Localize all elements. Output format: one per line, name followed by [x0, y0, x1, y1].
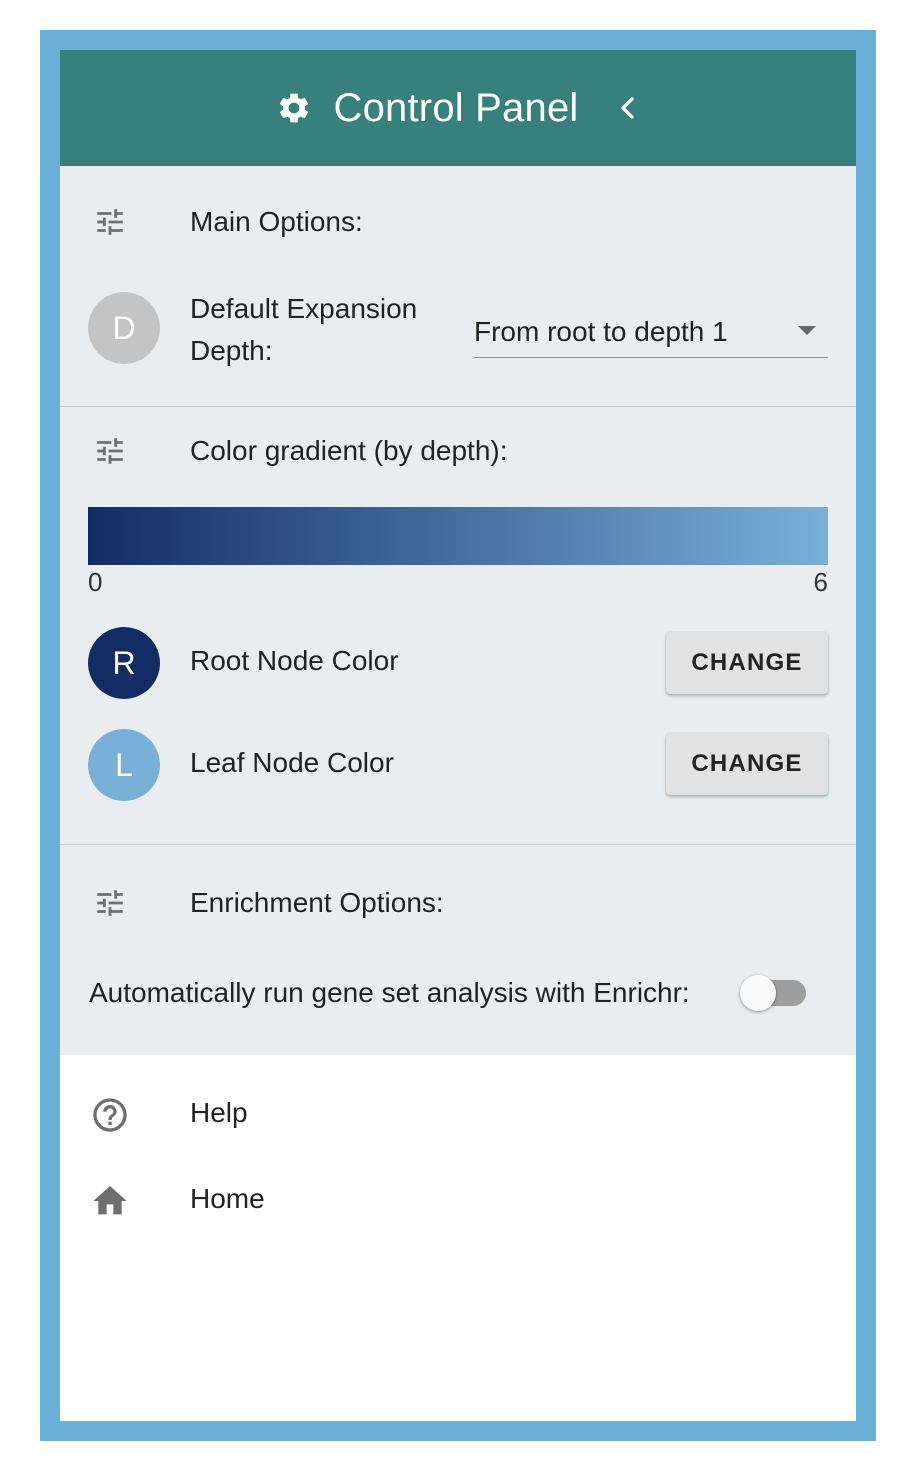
home-icon: [90, 1181, 130, 1221]
depth-color-gradient-bar: [88, 507, 828, 565]
help-circle-icon: [90, 1095, 130, 1135]
change-leaf-color-button-label: CHANGE: [691, 750, 803, 777]
change-leaf-color-button[interactable]: CHANGE: [666, 733, 828, 795]
color-gradient-heading: Color gradient (by depth):: [190, 435, 508, 466]
menu-item-home[interactable]: Home: [60, 1171, 856, 1231]
root-node-avatar-letter: R: [112, 644, 136, 681]
menu-item-help[interactable]: Help: [60, 1085, 856, 1145]
root-node-color-label: Root Node Color: [190, 645, 399, 676]
page-title: Control Panel: [333, 85, 579, 130]
expansion-depth-select[interactable]: From root to depth 1: [474, 306, 828, 358]
gear-icon: [276, 90, 312, 126]
main-options-heading: Main Options:: [190, 206, 363, 237]
gradient-min-label: 0: [88, 567, 103, 597]
enrichment-options-heading: Enrichment Options:: [190, 887, 444, 918]
main-options-section: Main Options: D Default Expansion Depth:…: [60, 166, 856, 407]
leaf-node-avatar-letter: L: [115, 746, 133, 783]
leaf-node-avatar: L: [88, 729, 160, 801]
chevron-left-icon[interactable]: [614, 93, 640, 123]
root-node-avatar: R: [88, 627, 160, 699]
enrichment-options-section: Enrichment Options: Automatically run ge…: [60, 845, 856, 1055]
dropdown-arrow-icon[interactable]: [798, 326, 816, 335]
help-label: Help: [190, 1097, 248, 1128]
default-expansion-depth-label: Default Expansion Depth:: [190, 293, 418, 366]
tune-icon: [90, 202, 130, 242]
gradient-max-label: 6: [813, 567, 828, 597]
change-root-color-button[interactable]: CHANGE: [666, 632, 828, 694]
change-root-color-button-label: CHANGE: [691, 649, 803, 676]
tune-icon: [90, 883, 130, 923]
depth-avatar-letter: D: [112, 309, 136, 346]
color-gradient-section: Color gradient (by depth): 0 6 R Root No…: [60, 407, 856, 845]
expansion-depth-selected-value: From root to depth 1: [474, 315, 728, 347]
control-panel: Control Panel Main Options: D Default Ex…: [60, 50, 856, 1421]
panel-frame: Control Panel Main Options: D Default Ex…: [40, 30, 876, 1441]
depth-avatar: D: [88, 292, 160, 364]
auto-run-enrichr-toggle-knob[interactable]: [740, 975, 776, 1011]
control-panel-header: Control Panel: [60, 50, 856, 166]
leaf-node-color-label: Leaf Node Color: [190, 747, 394, 778]
auto-run-enrichr-label: Automatically run gene set analysis with…: [89, 977, 690, 1008]
home-label: Home: [190, 1183, 265, 1214]
tune-icon: [90, 431, 130, 471]
